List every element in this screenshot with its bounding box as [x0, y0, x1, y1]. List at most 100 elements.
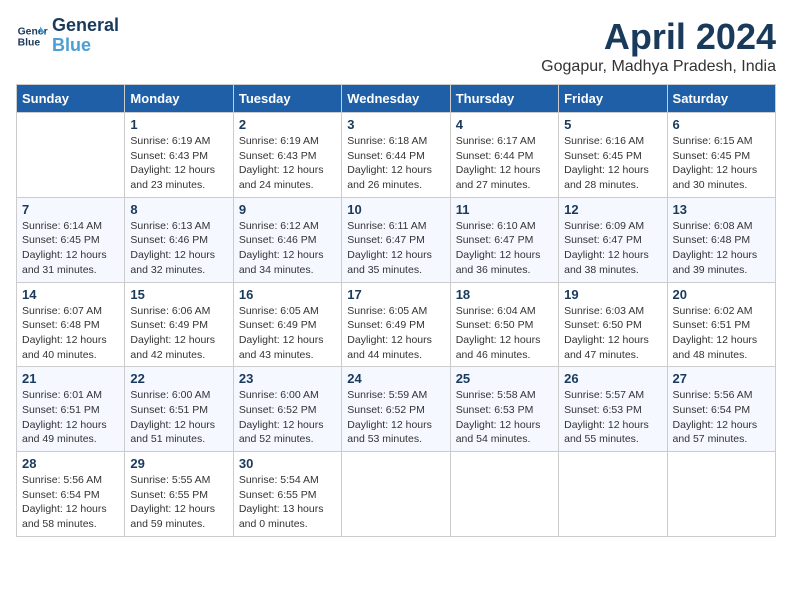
- calendar-cell: 22 Sunrise: 6:00 AM Sunset: 6:51 PM Dayli…: [125, 367, 233, 452]
- calendar-cell: 5 Sunrise: 6:16 AM Sunset: 6:45 PM Daylig…: [559, 113, 667, 198]
- col-header-sunday: Sunday: [17, 85, 125, 113]
- month-title: April 2024: [541, 16, 776, 58]
- cell-content: Sunrise: 6:19 AM Sunset: 6:43 PM Dayligh…: [130, 134, 227, 193]
- day-number: 16: [239, 287, 336, 302]
- calendar-cell: 13Sunrise: 6:08 AM Sunset: 6:48 PM Dayli…: [667, 197, 775, 282]
- week-row-1: 1 Sunrise: 6:19 AM Sunset: 6:43 PM Daylig…: [17, 113, 776, 198]
- day-number: 2: [239, 117, 336, 132]
- day-number: 20: [673, 287, 770, 302]
- day-number: 27: [673, 371, 770, 386]
- day-number: 26: [564, 371, 661, 386]
- logo-line1: General: [52, 16, 119, 36]
- calendar-cell: 11Sunrise: 6:10 AM Sunset: 6:47 PM Dayli…: [450, 197, 558, 282]
- cell-content: Sunrise: 6:05 AM Sunset: 6:49 PM Dayligh…: [239, 304, 336, 363]
- day-number: 7: [22, 202, 119, 217]
- day-number: 10: [347, 202, 444, 217]
- week-row-5: 28 Sunrise: 5:56 AM Sunset: 6:54 PM Dayli…: [17, 452, 776, 537]
- col-header-monday: Monday: [125, 85, 233, 113]
- cell-content: Sunrise: 6:01 AM Sunset: 6:51 PM Dayligh…: [22, 388, 119, 447]
- calendar-cell: 8Sunrise: 6:13 AM Sunset: 6:46 PM Daylig…: [125, 197, 233, 282]
- calendar-cell: 10 Sunrise: 6:11 AM Sunset: 6:47 PM Dayli…: [342, 197, 450, 282]
- cell-content: Sunrise: 6:14 AM Sunset: 6:45 PM Dayligh…: [22, 219, 119, 278]
- col-header-tuesday: Tuesday: [233, 85, 341, 113]
- day-number: 21: [22, 371, 119, 386]
- logo: General Blue General Blue: [16, 16, 119, 56]
- day-number: 1: [130, 117, 227, 132]
- calendar-cell: 18 Sunrise: 6:04 AM Sunset: 6:50 PM Dayli…: [450, 282, 558, 367]
- logo-icon: General Blue: [16, 20, 48, 52]
- calendar-cell: [342, 452, 450, 537]
- calendar-cell: 3 Sunrise: 6:18 AM Sunset: 6:44 PM Daylig…: [342, 113, 450, 198]
- calendar-cell: 6Sunrise: 6:15 AM Sunset: 6:45 PM Daylig…: [667, 113, 775, 198]
- calendar-cell: 2 Sunrise: 6:19 AM Sunset: 6:43 PM Daylig…: [233, 113, 341, 198]
- day-number: 25: [456, 371, 553, 386]
- day-number: 24: [347, 371, 444, 386]
- calendar-cell: 1 Sunrise: 6:19 AM Sunset: 6:43 PM Daylig…: [125, 113, 233, 198]
- cell-content: Sunrise: 5:56 AM Sunset: 6:54 PM Dayligh…: [673, 388, 770, 447]
- cell-content: Sunrise: 6:12 AM Sunset: 6:46 PM Dayligh…: [239, 219, 336, 278]
- day-number: 15: [130, 287, 227, 302]
- cell-content: Sunrise: 6:04 AM Sunset: 6:50 PM Dayligh…: [456, 304, 553, 363]
- cell-content: Sunrise: 6:05 AM Sunset: 6:49 PM Dayligh…: [347, 304, 444, 363]
- cell-content: Sunrise: 6:07 AM Sunset: 6:48 PM Dayligh…: [22, 304, 119, 363]
- day-number: 12: [564, 202, 661, 217]
- page-header: General Blue General Blue April 2024 Gog…: [16, 16, 776, 76]
- calendar-cell: 21 Sunrise: 6:01 AM Sunset: 6:51 PM Dayli…: [17, 367, 125, 452]
- week-row-4: 21 Sunrise: 6:01 AM Sunset: 6:51 PM Dayli…: [17, 367, 776, 452]
- day-number: 14: [22, 287, 119, 302]
- cell-content: Sunrise: 5:56 AM Sunset: 6:54 PM Dayligh…: [22, 473, 119, 532]
- logo-line2: Blue: [52, 36, 119, 56]
- cell-content: Sunrise: 6:00 AM Sunset: 6:51 PM Dayligh…: [130, 388, 227, 447]
- calendar-cell: 9 Sunrise: 6:12 AM Sunset: 6:46 PM Daylig…: [233, 197, 341, 282]
- calendar-cell: 16 Sunrise: 6:05 AM Sunset: 6:49 PM Dayli…: [233, 282, 341, 367]
- calendar-cell: [559, 452, 667, 537]
- calendar-cell: 12 Sunrise: 6:09 AM Sunset: 6:47 PM Dayli…: [559, 197, 667, 282]
- cell-content: Sunrise: 5:59 AM Sunset: 6:52 PM Dayligh…: [347, 388, 444, 447]
- day-number: 3: [347, 117, 444, 132]
- calendar-cell: [17, 113, 125, 198]
- cell-content: Sunrise: 6:11 AM Sunset: 6:47 PM Dayligh…: [347, 219, 444, 278]
- day-number: 19: [564, 287, 661, 302]
- calendar-cell: 30Sunrise: 5:54 AM Sunset: 6:55 PM Dayli…: [233, 452, 341, 537]
- calendar-cell: 14 Sunrise: 6:07 AM Sunset: 6:48 PM Dayli…: [17, 282, 125, 367]
- calendar-cell: 28 Sunrise: 5:56 AM Sunset: 6:54 PM Dayli…: [17, 452, 125, 537]
- calendar-cell: 20Sunrise: 6:02 AM Sunset: 6:51 PM Dayli…: [667, 282, 775, 367]
- day-number: 23: [239, 371, 336, 386]
- day-number: 13: [673, 202, 770, 217]
- calendar-cell: 26 Sunrise: 5:57 AM Sunset: 6:53 PM Dayli…: [559, 367, 667, 452]
- calendar-cell: 25Sunrise: 5:58 AM Sunset: 6:53 PM Dayli…: [450, 367, 558, 452]
- cell-content: Sunrise: 5:55 AM Sunset: 6:55 PM Dayligh…: [130, 473, 227, 532]
- day-number: 9: [239, 202, 336, 217]
- day-number: 22: [130, 371, 227, 386]
- col-header-friday: Friday: [559, 85, 667, 113]
- cell-content: Sunrise: 6:09 AM Sunset: 6:47 PM Dayligh…: [564, 219, 661, 278]
- cell-content: Sunrise: 6:16 AM Sunset: 6:45 PM Dayligh…: [564, 134, 661, 193]
- calendar-cell: 24 Sunrise: 5:59 AM Sunset: 6:52 PM Dayli…: [342, 367, 450, 452]
- day-number: 29: [130, 456, 227, 471]
- cell-content: Sunrise: 6:06 AM Sunset: 6:49 PM Dayligh…: [130, 304, 227, 363]
- day-number: 4: [456, 117, 553, 132]
- calendar-cell: [450, 452, 558, 537]
- cell-content: Sunrise: 6:00 AM Sunset: 6:52 PM Dayligh…: [239, 388, 336, 447]
- col-header-wednesday: Wednesday: [342, 85, 450, 113]
- calendar-table: SundayMondayTuesdayWednesdayThursdayFrid…: [16, 84, 776, 537]
- location: Gogapur, Madhya Pradesh, India: [541, 58, 776, 76]
- day-number: 30: [239, 456, 336, 471]
- day-number: 5: [564, 117, 661, 132]
- cell-content: Sunrise: 6:18 AM Sunset: 6:44 PM Dayligh…: [347, 134, 444, 193]
- col-header-saturday: Saturday: [667, 85, 775, 113]
- cell-content: Sunrise: 5:57 AM Sunset: 6:53 PM Dayligh…: [564, 388, 661, 447]
- cell-content: Sunrise: 6:10 AM Sunset: 6:47 PM Dayligh…: [456, 219, 553, 278]
- calendar-cell: 29 Sunrise: 5:55 AM Sunset: 6:55 PM Dayli…: [125, 452, 233, 537]
- cell-content: Sunrise: 6:15 AM Sunset: 6:45 PM Dayligh…: [673, 134, 770, 193]
- day-number: 28: [22, 456, 119, 471]
- day-number: 18: [456, 287, 553, 302]
- calendar-cell: 7 Sunrise: 6:14 AM Sunset: 6:45 PM Daylig…: [17, 197, 125, 282]
- cell-content: Sunrise: 6:19 AM Sunset: 6:43 PM Dayligh…: [239, 134, 336, 193]
- day-number: 17: [347, 287, 444, 302]
- calendar-cell: 19Sunrise: 6:03 AM Sunset: 6:50 PM Dayli…: [559, 282, 667, 367]
- col-header-thursday: Thursday: [450, 85, 558, 113]
- week-row-2: 7 Sunrise: 6:14 AM Sunset: 6:45 PM Daylig…: [17, 197, 776, 282]
- day-number: 8: [130, 202, 227, 217]
- calendar-cell: 17 Sunrise: 6:05 AM Sunset: 6:49 PM Dayli…: [342, 282, 450, 367]
